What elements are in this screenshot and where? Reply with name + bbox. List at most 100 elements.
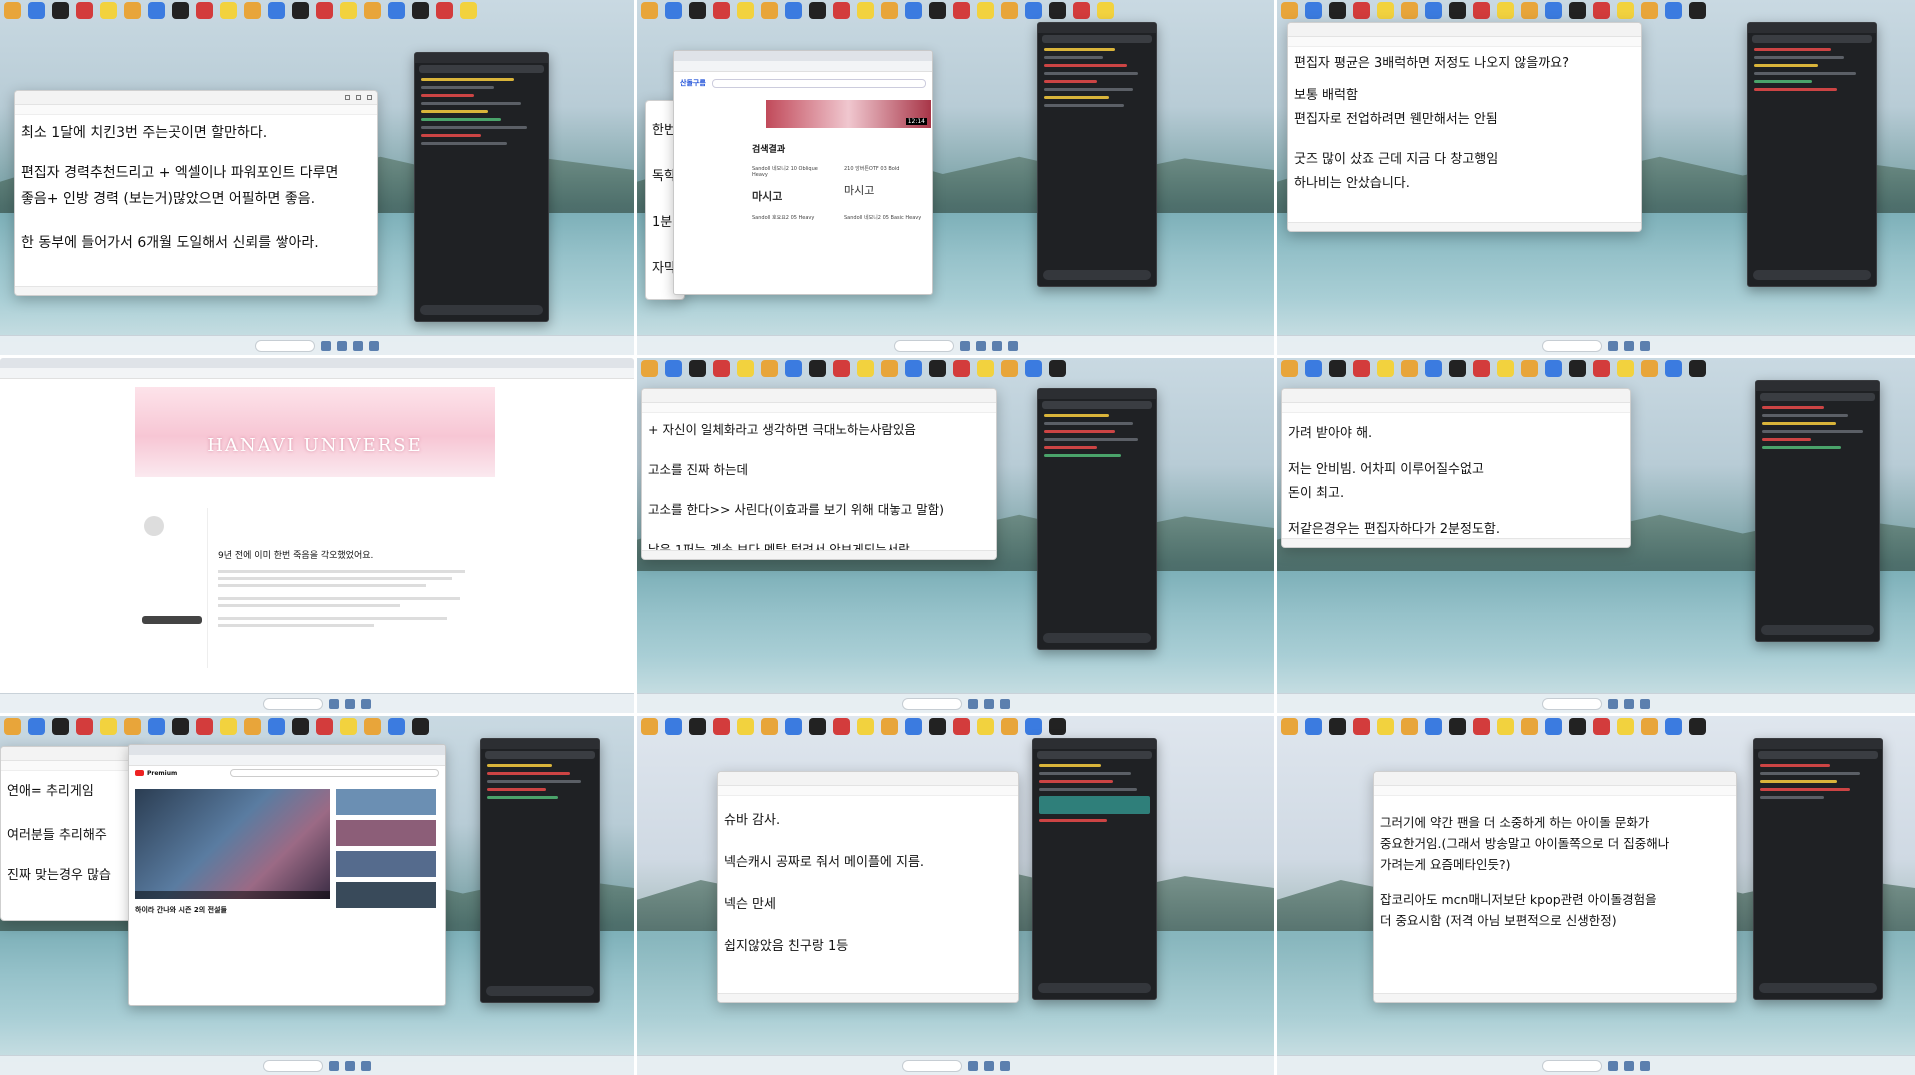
- desktop-app-icon[interactable]: [28, 718, 45, 735]
- notepad-text[interactable]: 슈바 감사. 넥슨캐시 공짜로 줘서 메이플에 지름. 넥슨 만세 쉽지않았음 …: [718, 796, 1018, 964]
- maximize-icon[interactable]: [356, 95, 361, 100]
- notepad-menubar[interactable]: [1288, 37, 1641, 47]
- desktop-app-icon[interactable]: [1329, 718, 1346, 735]
- notepad-text[interactable]: 최소 1달에 치킨3번 주는곳이면 할만하다. 편집자 경력추천드리고 + 엑셀…: [15, 115, 377, 261]
- desktop-app-icon[interactable]: [1049, 360, 1066, 377]
- chat-window[interactable]: [480, 738, 600, 1003]
- desktop-app-icon[interactable]: [857, 2, 874, 19]
- browser-window[interactable]: 산돌구름 12:14 검색결과 Sandoll 네모니2 10 Oblique …: [673, 50, 933, 295]
- desktop-app-icon[interactable]: [1305, 360, 1322, 377]
- desktop-app-icon[interactable]: [1377, 360, 1394, 377]
- desktop-app-icon[interactable]: [172, 718, 189, 735]
- notepad-text[interactable]: + 자신이 일체화라고 생각하면 극대노하는사람있음 고소를 진짜 하는데 고소…: [642, 413, 996, 559]
- taskbar-app-icon[interactable]: [967, 1060, 978, 1071]
- chat-url-bar[interactable]: [1760, 393, 1875, 401]
- chat-url-bar[interactable]: [419, 65, 544, 73]
- desktop-app-icon[interactable]: [1281, 718, 1298, 735]
- youtube-window[interactable]: Premium 하이라 간나와 시즌 2의 전설들: [128, 744, 446, 1006]
- browser-address-bar[interactable]: [129, 755, 445, 766]
- taskbar-search[interactable]: [263, 697, 323, 710]
- taskbar-app-icon[interactable]: [345, 1060, 355, 1071]
- desktop-app-icon[interactable]: [124, 718, 141, 735]
- desktop-app-icon[interactable]: [833, 2, 850, 19]
- notepad-window[interactable]: 편집자 평균은 3배럭하면 저정도 나오지 않을까요? 보통 배럭함 편집자로 …: [1287, 22, 1642, 232]
- desktop-app-icon[interactable]: [977, 2, 994, 19]
- chat-window[interactable]: [1032, 738, 1157, 1000]
- desktop-app-icon[interactable]: [412, 718, 429, 735]
- taskbar-app-icon[interactable]: [1624, 698, 1634, 709]
- taskbar-app-icon[interactable]: [991, 340, 1002, 351]
- write-button[interactable]: [142, 616, 202, 624]
- chat-input[interactable]: [486, 986, 594, 996]
- desktop-app-icon[interactable]: [905, 360, 922, 377]
- desktop-app-icon[interactable]: [881, 360, 898, 377]
- taskbar-search[interactable]: [255, 339, 315, 352]
- notepad-text[interactable]: 그러기에 약간 팬을 더 소중하게 하는 아이돌 문화가 중요한거임.(그래서 …: [1374, 796, 1736, 939]
- desktop-app-icon[interactable]: [1521, 718, 1538, 735]
- desktop-app-icon[interactable]: [1001, 360, 1018, 377]
- desktop-app-icon[interactable]: [196, 718, 213, 735]
- desktop-app-icon[interactable]: [1329, 360, 1346, 377]
- chat-input[interactable]: [1043, 633, 1151, 643]
- desktop-app-icon[interactable]: [4, 2, 21, 19]
- chat-input[interactable]: [1761, 625, 1874, 635]
- font-card[interactable]: Sandoll 네모니2 10 Oblique Heavy 마시고: [752, 165, 834, 204]
- close-icon[interactable]: [367, 95, 372, 100]
- desktop-app-icon[interactable]: [1001, 2, 1018, 19]
- desktop-app-icon[interactable]: [220, 2, 237, 19]
- desktop-app-icon[interactable]: [1545, 2, 1562, 19]
- notepad-text[interactable]: 가려 받아야 해. 저는 안비빔. 어차피 이루어질수없고 돈이 최고. 저같은…: [1282, 413, 1630, 547]
- desktop-app-icon[interactable]: [1689, 718, 1706, 735]
- taskbar-app-icon[interactable]: [983, 1060, 994, 1071]
- chat-url-bar[interactable]: [1042, 401, 1152, 409]
- desktop-app-icon[interactable]: [1001, 718, 1018, 735]
- notepad-menubar[interactable]: [718, 786, 1018, 796]
- desktop-app-icon[interactable]: [412, 2, 429, 19]
- desktop-app-icon[interactable]: [148, 718, 165, 735]
- desktop-app-icon[interactable]: [1545, 718, 1562, 735]
- chat-window[interactable]: [1037, 22, 1157, 287]
- taskbar-app-icon[interactable]: [1608, 698, 1618, 709]
- desktop-app-icon[interactable]: [76, 2, 93, 19]
- desktop-app-icon[interactable]: [1689, 360, 1706, 377]
- desktop-app-icon[interactable]: [689, 2, 706, 19]
- desktop-app-icon[interactable]: [196, 2, 213, 19]
- desktop-app-icon[interactable]: [1521, 360, 1538, 377]
- chat-input[interactable]: [1038, 983, 1151, 993]
- taskbar-app-icon[interactable]: [1640, 698, 1650, 709]
- desktop-app-icon[interactable]: [364, 2, 381, 19]
- taskbar-app-icon[interactable]: [999, 1060, 1010, 1071]
- taskbar-app-icon[interactable]: [353, 340, 363, 351]
- desktop-app-icon[interactable]: [713, 360, 730, 377]
- desktop-app-icon[interactable]: [1401, 2, 1418, 19]
- desktop-app-icon[interactable]: [1449, 2, 1466, 19]
- browser-address-bar[interactable]: [674, 61, 932, 72]
- desktop-app-icon[interactable]: [460, 2, 477, 19]
- desktop-app-icon[interactable]: [929, 360, 946, 377]
- notepad-menubar[interactable]: [642, 403, 996, 413]
- desktop-app-icon[interactable]: [52, 718, 69, 735]
- desktop-app-icon[interactable]: [1641, 360, 1658, 377]
- desktop-app-icon[interactable]: [905, 718, 922, 735]
- desktop-app-icon[interactable]: [340, 2, 357, 19]
- chat-input[interactable]: [1043, 270, 1151, 280]
- chat-window[interactable]: [1755, 380, 1880, 642]
- browser-tabs[interactable]: [674, 51, 932, 61]
- video-thumbnail[interactable]: 12:14: [766, 100, 931, 128]
- chat-url-bar[interactable]: [1042, 35, 1152, 43]
- desktop-app-icon[interactable]: [1497, 718, 1514, 735]
- taskbar-app-icon[interactable]: [329, 1060, 339, 1071]
- cafe-banner[interactable]: HANAVI UNIVERSE: [135, 387, 495, 477]
- taskbar-app-icon[interactable]: [1640, 1060, 1650, 1071]
- desktop-app-icon[interactable]: [1329, 2, 1346, 19]
- desktop-app-icon[interactable]: [1049, 718, 1066, 735]
- desktop-app-icon[interactable]: [1689, 2, 1706, 19]
- notepad-window[interactable]: 최소 1달에 치킨3번 주는곳이면 할만하다. 편집자 경력추천드리고 + 엑셀…: [14, 90, 378, 296]
- desktop-app-icon[interactable]: [665, 360, 682, 377]
- desktop-app-icon[interactable]: [1353, 2, 1370, 19]
- search-input[interactable]: [711, 78, 926, 88]
- desktop-app-icon[interactable]: [833, 360, 850, 377]
- chat-input[interactable]: [420, 305, 543, 315]
- desktop-app-icon[interactable]: [977, 718, 994, 735]
- taskbar-app-icon[interactable]: [361, 1060, 371, 1071]
